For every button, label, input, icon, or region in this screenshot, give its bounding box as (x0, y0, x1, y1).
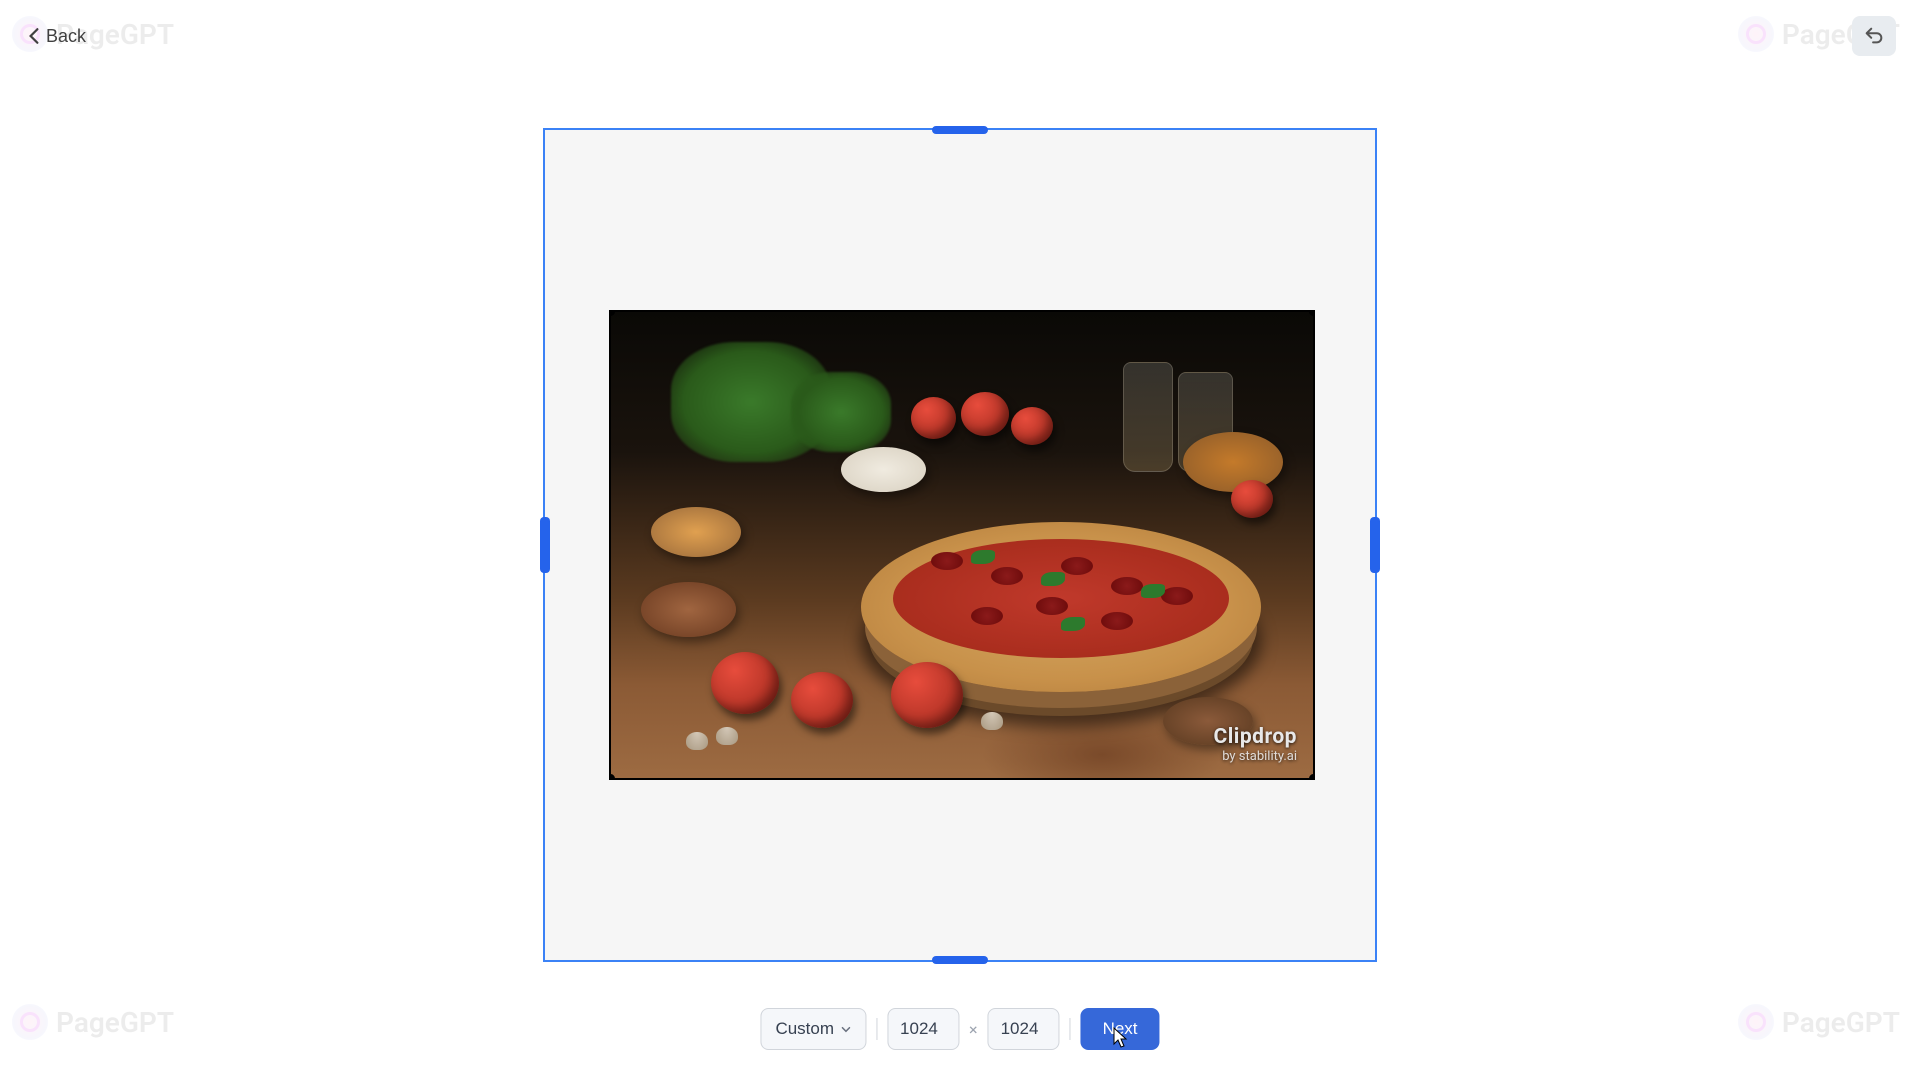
back-button[interactable]: Back (24, 18, 90, 55)
aspect-ratio-select[interactable]: Custom (760, 1008, 866, 1050)
watermark-subtitle: by stability.ai (1213, 749, 1297, 764)
brand-watermark: PageGPT (12, 1004, 174, 1040)
toolbar-divider (1070, 1018, 1071, 1040)
brand-logo-icon (12, 1004, 48, 1040)
frame-handle-bottom[interactable] (932, 956, 988, 964)
image-handle-bottom-left[interactable] (609, 774, 615, 780)
back-label: Back (46, 26, 86, 47)
chevron-left-icon (28, 27, 40, 45)
watermark-title: Clipdrop (1213, 725, 1297, 749)
image-handle-top-right[interactable] (1309, 310, 1315, 316)
next-label: Next (1103, 1019, 1138, 1038)
height-input[interactable] (988, 1008, 1060, 1050)
header: Back (0, 0, 1920, 72)
width-input[interactable] (887, 1008, 959, 1050)
brand-watermark: PageGPT (1738, 1004, 1900, 1040)
frame-handle-right[interactable] (1370, 517, 1380, 573)
source-image[interactable]: Clipdrop by stability.ai (609, 310, 1315, 780)
brand-name: PageGPT (56, 1006, 174, 1039)
image-handle-bottom-right[interactable] (1309, 774, 1315, 780)
outpaint-frame[interactable]: Clipdrop by stability.ai (543, 128, 1377, 962)
chevron-down-icon (840, 1026, 851, 1033)
aspect-label: Custom (775, 1019, 834, 1039)
frame-handle-left[interactable] (540, 517, 550, 573)
undo-icon (1863, 25, 1885, 47)
brand-name: PageGPT (1782, 1006, 1900, 1039)
undo-button[interactable] (1852, 16, 1896, 56)
bottom-toolbar: Custom × Next (760, 1008, 1159, 1050)
next-button[interactable]: Next (1081, 1008, 1160, 1050)
brand-logo-icon (1738, 1004, 1774, 1040)
image-watermark: Clipdrop by stability.ai (1213, 725, 1297, 764)
image-content (611, 312, 1313, 778)
frame-handle-top[interactable] (932, 126, 988, 134)
canvas-area: Clipdrop by stability.ai (543, 128, 1377, 962)
toolbar-divider (876, 1018, 877, 1040)
dimension-separator: × (969, 1020, 978, 1039)
